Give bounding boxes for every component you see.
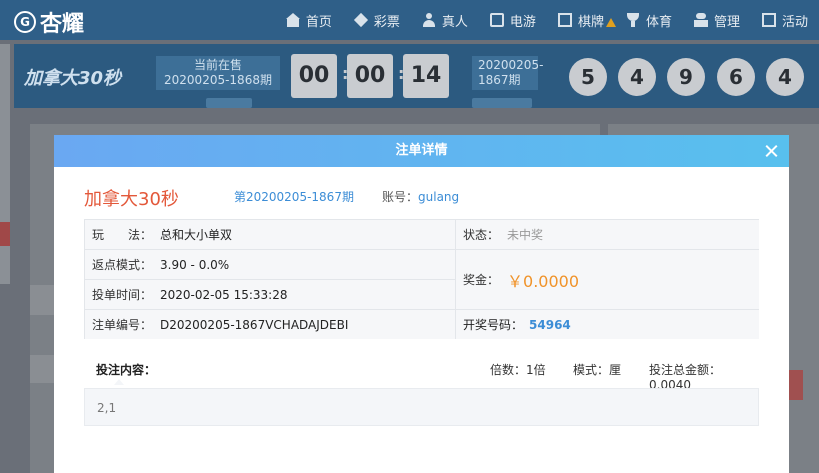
top-nav: G 杏耀 首页 彩票 真人 电游 棋牌 体育 管理 活动: [0, 0, 819, 40]
play-method-value: 总和大小单双: [160, 228, 233, 242]
play-method-label: 玩 法：: [92, 228, 153, 242]
nav-label: 电游: [509, 14, 536, 30]
site-logo[interactable]: G 杏耀: [14, 6, 84, 38]
timer-minutes: 00: [347, 54, 393, 98]
bet-detail-modal: 注单详情 加拿大30秒 第20200205-1867期 账号：gulang 玩 …: [54, 135, 789, 473]
mode-value: 模式：厘: [573, 363, 622, 377]
sidebar-red-tab[interactable]: [0, 222, 10, 246]
nav-label: 棋牌: [577, 14, 604, 30]
nav-item-home[interactable]: 首页: [275, 0, 343, 40]
nav-item-lottery[interactable]: 彩票: [343, 0, 411, 40]
logo-text: 杏耀: [40, 12, 85, 37]
account-value: gulang: [418, 190, 460, 204]
prize-value: ￥0.0000: [507, 271, 580, 291]
nav-label: 体育: [645, 14, 672, 30]
logo-mark-icon: G: [14, 11, 36, 33]
nav-item-manage[interactable]: 管理: [683, 0, 751, 40]
prize-label: 奖金：: [463, 273, 500, 287]
bet-content-box: 2,1: [84, 388, 759, 426]
period-number: 第20200205-1867期: [234, 190, 354, 204]
bet-record-button[interactable]: [206, 98, 252, 108]
play-method-cell: 玩 法： 总和大小单双: [85, 220, 456, 250]
trophy-icon: [626, 13, 640, 27]
bet-summary-row: 加拿大30秒 第20200205-1867期 账号：gulang: [84, 185, 764, 210]
nav-label: 管理: [713, 14, 740, 30]
account-label: 账号：: [382, 190, 419, 204]
winning-number-value: 54964: [529, 317, 571, 332]
game-name: 加拿大30秒: [84, 189, 179, 210]
result-ball: 5: [569, 58, 607, 96]
person-icon: [422, 13, 436, 27]
order-number-value: D20200205-1867VCHADAJDEBI: [160, 317, 349, 332]
modal-header: 注单详情: [54, 135, 789, 167]
nav-menu: 首页 彩票 真人 电游 棋牌 体育 管理 活动: [275, 0, 819, 40]
nav-item-egame[interactable]: 电游: [479, 0, 547, 40]
game-title: 加拿大30秒: [24, 68, 122, 89]
prize-cell: 奖金： ￥0.0000: [456, 250, 759, 310]
bet-content-header: 投注内容： 倍数：1倍 模式：厘 投注总金额：0.0040: [84, 359, 759, 392]
bet-time-cell: 投单时间： 2020-02-05 15:33:28: [85, 280, 456, 310]
account-info: 账号：gulang: [382, 188, 459, 205]
sale-label: 当前在售: [193, 58, 242, 72]
rebate-label: 返点模式：: [92, 258, 153, 272]
timer-hours: 00: [291, 54, 337, 98]
status-label: 状态：: [463, 228, 500, 242]
result-ball: 4: [618, 58, 656, 96]
order-number-cell: 注单编号： D20200205-1867VCHADAJDEBI: [85, 310, 456, 339]
result-ball: 9: [667, 58, 705, 96]
winning-number-label: 开奖号码：: [463, 318, 524, 332]
rebate-value: 3.90 - 0.0%: [160, 257, 230, 272]
draw-line2: 1867期: [478, 73, 521, 87]
multiple-value: 倍数：1倍: [490, 363, 546, 377]
result-ball: 4: [766, 58, 804, 96]
nav-label: 真人: [441, 14, 468, 30]
card-icon: [557, 13, 572, 27]
status-cell: 状态： 未中奖: [456, 220, 759, 250]
nav-label: 活动: [781, 14, 808, 30]
user-icon: [693, 13, 708, 27]
draw-line1: 20200205-: [478, 58, 544, 72]
nav-item-sports[interactable]: 体育: [615, 0, 683, 40]
win-reminder-toggle[interactable]: [472, 98, 532, 108]
order-number-label: 注单编号：: [92, 318, 153, 332]
modal-title: 注单详情: [395, 143, 448, 158]
diamond-icon: [353, 12, 368, 28]
last-draw-box: 20200205- 1867期: [472, 56, 544, 90]
nav-item-live[interactable]: 真人: [411, 0, 479, 40]
nav-label: 彩票: [373, 14, 400, 30]
bet-content-text: 2,1: [97, 401, 117, 415]
bet-time-label: 投单时间：: [92, 288, 153, 302]
nav-label: 首页: [305, 14, 332, 30]
game-header: 加拿大30秒 当前在售 20200205-1868期 00 : 00 : 14 …: [14, 44, 819, 108]
bet-time-value: 2020-02-05 15:33:28: [160, 287, 288, 302]
timer-seconds: 14: [403, 54, 449, 98]
sale-period: 20200205-1868期: [164, 73, 272, 87]
home-icon: [285, 13, 300, 27]
bet-detail-grid: 玩 法： 总和大小单双 返点模式： 3.90 - 0.0% 投单时间： 2020…: [84, 219, 759, 339]
gift-icon: [761, 13, 776, 27]
nav-item-chess[interactable]: 棋牌: [547, 0, 616, 40]
rebate-cell: 返点模式： 3.90 - 0.0%: [85, 250, 456, 280]
result-ball: 6: [717, 58, 755, 96]
nav-item-events[interactable]: 活动: [751, 0, 819, 40]
bet-content-title: 投注内容：: [96, 363, 157, 377]
red-button-edge[interactable]: [789, 370, 803, 400]
game-icon: [489, 13, 504, 27]
winning-number-cell: 开奖号码： 54964: [456, 310, 759, 339]
current-sale-box: 当前在售 20200205-1868期: [156, 56, 280, 90]
bet-content-pointer: [114, 379, 124, 385]
left-sidebar-edge: [0, 44, 10, 284]
status-value: 未中奖: [507, 228, 544, 242]
close-icon[interactable]: [763, 135, 779, 167]
hot-badge-icon: [605, 18, 616, 27]
